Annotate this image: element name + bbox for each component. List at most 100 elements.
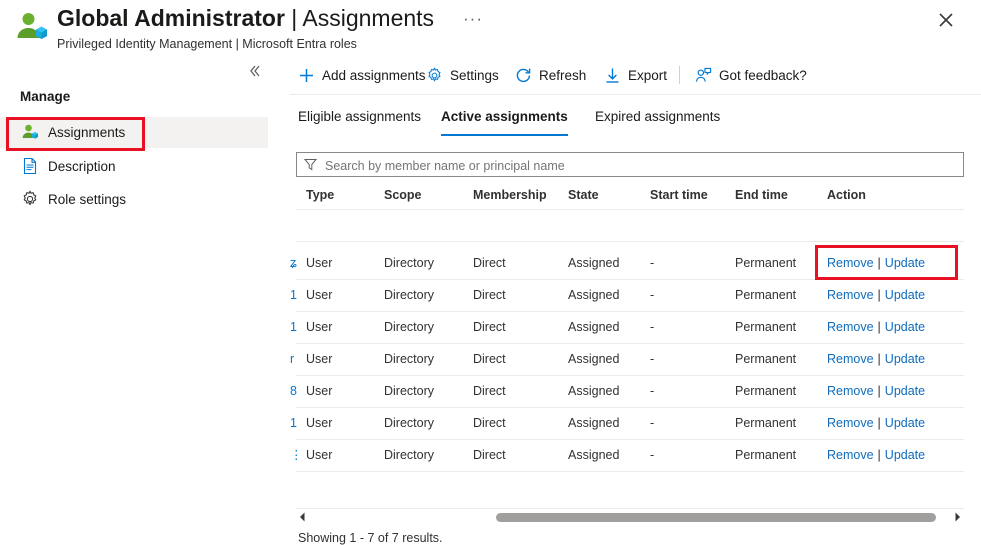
- cell-membership: Direct: [473, 344, 506, 375]
- tab-expired-assignments[interactable]: Expired assignments: [595, 104, 720, 136]
- sidebar-item-label: Description: [48, 151, 116, 182]
- user-role-icon: [14, 10, 48, 44]
- page-header: Global Administrator | Assignments Privi…: [0, 0, 981, 56]
- gear-icon: [426, 67, 443, 84]
- sidebar-item-label: Assignments: [48, 117, 125, 148]
- download-icon: [604, 67, 621, 84]
- action-separator: |: [874, 448, 885, 462]
- page-title: Global Administrator | Assignments: [57, 3, 434, 33]
- cell-state: Assigned: [568, 280, 619, 311]
- cell-start-time: -: [650, 440, 654, 471]
- user-role-icon: [21, 123, 39, 141]
- tab-bar: Eligible assignments Active assignments …: [290, 104, 981, 138]
- remove-link[interactable]: Remove: [827, 320, 874, 334]
- table-row[interactable]: 1UserDirectoryDirectAssigned-PermanentRe…: [290, 280, 981, 312]
- cell-action: Remove|Update: [827, 312, 925, 343]
- cell-action: Remove|Update: [827, 280, 925, 311]
- update-link[interactable]: Update: [885, 384, 925, 398]
- sidebar-item-role-settings[interactable]: Role settings: [0, 184, 268, 215]
- sidebar-item-assignments[interactable]: Assignments: [0, 117, 268, 148]
- table-row[interactable]: ʑUserDirectoryDirectAssigned-PermanentRe…: [290, 248, 981, 280]
- update-link[interactable]: Update: [885, 320, 925, 334]
- feedback-person-icon: [695, 67, 712, 84]
- remove-link[interactable]: Remove: [827, 448, 874, 462]
- scroll-left-arrow-icon[interactable]: [296, 510, 309, 524]
- export-label: Export: [628, 68, 667, 83]
- got-feedback-label: Got feedback?: [719, 68, 807, 83]
- cell-membership: Direct: [473, 280, 506, 311]
- cell-scope: Directory: [384, 376, 434, 407]
- search-input[interactable]: [323, 153, 957, 178]
- export-button[interactable]: Export: [604, 62, 667, 88]
- main-content: Add assignments Settings Refresh: [290, 56, 981, 526]
- tab-label: Active assignments: [441, 109, 568, 124]
- close-icon[interactable]: [931, 5, 961, 35]
- chevron-double-left-icon[interactable]: [245, 63, 265, 83]
- table-header-rule: [296, 209, 964, 210]
- cell-start-time: -: [650, 248, 654, 279]
- cell-start-time: -: [650, 312, 654, 343]
- toolbar-divider-rule: [290, 94, 981, 95]
- column-header-type[interactable]: Type: [306, 184, 334, 206]
- table-row[interactable]: ⋮UserDirectoryDirectAssigned-PermanentRe…: [290, 440, 981, 472]
- cell-truncated: 1: [290, 408, 300, 439]
- tab-selected-underline: [441, 134, 568, 136]
- more-options-icon[interactable]: ···: [462, 9, 484, 31]
- settings-label: Settings: [450, 68, 499, 83]
- document-icon: [21, 157, 39, 175]
- cell-membership: Direct: [473, 408, 506, 439]
- add-assignments-button[interactable]: Add assignments: [298, 62, 426, 88]
- remove-link[interactable]: Remove: [827, 256, 874, 270]
- cell-type: User: [306, 248, 332, 279]
- column-header-end-time[interactable]: End time: [735, 184, 788, 206]
- tab-eligible-assignments[interactable]: Eligible assignments: [298, 104, 421, 136]
- horizontal-scrollbar[interactable]: [296, 508, 964, 525]
- sidebar: Manage Assignments Description: [0, 56, 290, 526]
- toolbar-divider: [679, 66, 680, 84]
- cell-type: User: [306, 440, 332, 471]
- cell-action: Remove|Update: [827, 440, 925, 471]
- cell-scope: Directory: [384, 440, 434, 471]
- column-header-start-time[interactable]: Start time: [650, 184, 708, 206]
- refresh-button[interactable]: Refresh: [515, 62, 586, 88]
- remove-link[interactable]: Remove: [827, 416, 874, 430]
- scroll-right-arrow-icon[interactable]: [951, 510, 964, 524]
- action-separator: |: [874, 256, 885, 270]
- cell-scope: Directory: [384, 344, 434, 375]
- update-link[interactable]: Update: [885, 256, 925, 270]
- update-link[interactable]: Update: [885, 448, 925, 462]
- remove-link[interactable]: Remove: [827, 352, 874, 366]
- update-link[interactable]: Update: [885, 352, 925, 366]
- column-header-action: Action: [827, 184, 866, 206]
- table-row[interactable]: 1UserDirectoryDirectAssigned-PermanentRe…: [290, 408, 981, 440]
- column-header-membership[interactable]: Membership: [473, 184, 547, 206]
- gear-icon: [21, 190, 39, 208]
- remove-link[interactable]: Remove: [827, 384, 874, 398]
- table-spacer-rule: [296, 241, 964, 242]
- search-box[interactable]: [296, 152, 964, 177]
- cell-membership: Direct: [473, 248, 506, 279]
- page-title-section: Assignments: [302, 5, 434, 31]
- column-header-state[interactable]: State: [568, 184, 599, 206]
- table-row[interactable]: 1UserDirectoryDirectAssigned-PermanentRe…: [290, 312, 981, 344]
- title-block: Global Administrator | Assignments Privi…: [57, 3, 434, 52]
- add-assignments-label: Add assignments: [322, 68, 426, 83]
- cell-state: Assigned: [568, 344, 619, 375]
- scrollbar-thumb[interactable]: [496, 513, 936, 522]
- sidebar-item-description[interactable]: Description: [0, 151, 268, 182]
- remove-link[interactable]: Remove: [827, 288, 874, 302]
- got-feedback-button[interactable]: Got feedback?: [695, 62, 807, 88]
- update-link[interactable]: Update: [885, 288, 925, 302]
- settings-button[interactable]: Settings: [426, 62, 499, 88]
- cell-end-time: Permanent: [735, 280, 796, 311]
- table-row[interactable]: rUserDirectoryDirectAssigned-PermanentRe…: [290, 344, 981, 376]
- column-header-scope[interactable]: Scope: [384, 184, 422, 206]
- cell-end-time: Permanent: [735, 312, 796, 343]
- refresh-icon: [515, 67, 532, 84]
- tab-active-assignments[interactable]: Active assignments: [441, 104, 568, 136]
- cell-action: Remove|Update: [827, 248, 925, 279]
- action-separator: |: [874, 288, 885, 302]
- update-link[interactable]: Update: [885, 416, 925, 430]
- table-row[interactable]: 8UserDirectoryDirectAssigned-PermanentRe…: [290, 376, 981, 408]
- action-separator: |: [874, 384, 885, 398]
